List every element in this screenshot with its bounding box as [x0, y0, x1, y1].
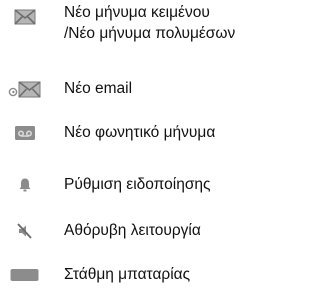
- legend-label-alert-setting: Ρύθμιση ειδοποίησης: [64, 174, 286, 195]
- battery-icon: [0, 264, 50, 286]
- legend-label-line: Νέο email: [64, 80, 133, 97]
- legend-label-line: Νέο φωνητικό μήνυμα: [64, 124, 216, 141]
- legend-label-new-message: Νέο μήνυμα κειμένου /Νέο μήνυμα πολυμέσω…: [64, 2, 286, 44]
- legend-label-line: /Νέο μήνυμα πολυμέσων: [64, 25, 236, 42]
- legend-label-line: Αθόρυβη λειτουργία: [64, 222, 201, 239]
- legend-label-silent-mode: Αθόρυβη λειτουργία: [64, 220, 286, 241]
- legend-label-battery-level: Στάθμη μπαταρίας: [64, 264, 286, 285]
- legend-label-new-email: Νέο email: [64, 78, 286, 99]
- status-icon-legend: Νέο μήνυμα κειμένου /Νέο μήνυμα πολυμέσω…: [0, 0, 290, 290]
- legend-label-new-voicemail: Νέο φωνητικό μήνυμα: [64, 122, 286, 143]
- legend-label-line: Νέο μήνυμα κειμένου: [64, 4, 210, 21]
- bell-icon: [0, 174, 50, 196]
- envelope-icon: [0, 6, 50, 28]
- legend-label-line: Στάθμη μπαταρίας: [64, 266, 191, 283]
- email-envelope-icon: [0, 78, 50, 100]
- legend-label-line: Ρύθμιση ειδοποίησης: [64, 176, 211, 193]
- silent-mode-icon: [0, 220, 50, 242]
- voicemail-icon: [0, 122, 50, 144]
